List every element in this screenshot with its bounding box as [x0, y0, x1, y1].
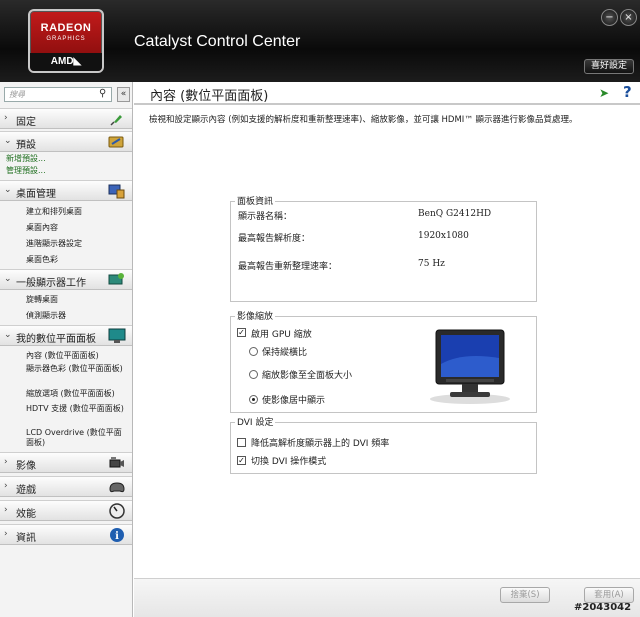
- category-presets[interactable]: ⌄ 預設: [0, 131, 132, 152]
- video-camera-icon: [108, 455, 126, 471]
- maintain-aspect-ratio-radio[interactable]: [249, 347, 258, 356]
- discard-button[interactable]: 捨棄(S): [500, 587, 550, 603]
- preferences-button[interactable]: 喜好設定: [584, 59, 634, 74]
- max-resolution-label: 最高報告解析度：: [238, 234, 311, 244]
- maintain-aspect-ratio-label[interactable]: 保持縱橫比: [262, 345, 307, 358]
- desktop-management-icon: [108, 183, 126, 199]
- minimize-button[interactable]: −: [601, 9, 618, 26]
- sidebar-item-create-arrange-desktops[interactable]: 建立和排列桌面: [26, 207, 128, 217]
- sidebar-item-desktop-properties[interactable]: 桌面內容: [26, 223, 128, 233]
- category-performance[interactable]: › 效能: [0, 500, 132, 521]
- dvi-settings-title: DVI 設定: [235, 415, 276, 428]
- scale-full-panel-label[interactable]: 縮放影像至全面板大小: [262, 368, 352, 381]
- chevron-right-icon: ›: [4, 481, 8, 491]
- chevron-right-icon: ›: [4, 113, 8, 123]
- page-title: 內容 (數位平面面板): [150, 89, 269, 104]
- monitor-name-value: BenQ G2412HD: [418, 209, 492, 219]
- chevron-down-icon: ⌄: [4, 185, 12, 195]
- center-image-label[interactable]: 使影像居中顯示: [262, 393, 325, 406]
- gpu-scaling-label[interactable]: 啟用 GPU 縮放: [251, 327, 312, 340]
- gauge-icon: [108, 503, 126, 519]
- panel-info-title: 面板資訊: [235, 194, 276, 207]
- image-scaling-title: 影像縮放: [235, 309, 276, 322]
- footer-bar: 捨棄(S) 套用(A): [134, 578, 640, 617]
- sidebar-item-panel-properties[interactable]: 內容 (數位平面面板): [26, 351, 128, 361]
- title-divider: [134, 103, 640, 105]
- chevron-down-icon: ⌄: [4, 330, 12, 340]
- category-information[interactable]: › 資訊 i: [0, 524, 132, 545]
- radeon-logo: RADEON GRAPHICS AMD◣: [28, 9, 104, 73]
- sidebar-item-scaling-options[interactable]: 縮放選項 (數位平面面板): [26, 389, 128, 399]
- gpu-scaling-checkbox[interactable]: ✓: [237, 328, 246, 337]
- sidebar-item-detect-displays[interactable]: 偵測顯示器: [26, 311, 128, 321]
- pin-icon: [108, 111, 126, 127]
- help-icon[interactable]: ?: [623, 83, 632, 101]
- app-title: Catalyst Control Center: [134, 33, 301, 50]
- scale-full-panel-radio[interactable]: [249, 370, 258, 379]
- chevron-right-icon: ›: [4, 505, 8, 515]
- max-refresh-rate-label: 最高報告重新整理速率：: [238, 262, 338, 272]
- sidebar-item-desktop-color[interactable]: 桌面色彩: [26, 255, 128, 265]
- category-pinned[interactable]: › 固定: [0, 108, 132, 129]
- app-header: RADEON GRAPHICS AMD◣ Catalyst Control Ce…: [0, 0, 640, 82]
- chevron-down-icon: ⌄: [4, 136, 12, 146]
- center-image-radio[interactable]: [249, 395, 258, 404]
- chevron-right-icon: ›: [4, 457, 8, 467]
- flat-panel-icon: [108, 328, 126, 344]
- collapse-sidebar-button[interactable]: «: [117, 87, 130, 102]
- info-icon: i: [108, 527, 126, 543]
- watermark: #2043042: [574, 602, 632, 613]
- alternate-dvi-mode-checkbox[interactable]: ✓: [237, 456, 246, 465]
- sidebar-item-rotate-desktop[interactable]: 旋轉桌面: [26, 295, 128, 305]
- link-manage-presets[interactable]: 管理預設...: [6, 166, 108, 176]
- close-button[interactable]: ×: [620, 9, 637, 26]
- monitor-name-label: 顯示器名稱：: [238, 212, 293, 222]
- monitor-illustration: [422, 326, 518, 406]
- category-video[interactable]: › 影像: [0, 452, 132, 473]
- search-input[interactable]: 搜尋: [4, 87, 112, 102]
- alternate-dvi-mode-label[interactable]: 切換 DVI 操作模式: [251, 454, 326, 467]
- category-gaming[interactable]: › 遊戲: [0, 476, 132, 497]
- sidebar-item-panel-color[interactable]: 顯示器色彩 (數位平面面板): [26, 364, 128, 374]
- max-resolution-value: 1920x1080: [418, 231, 469, 241]
- sidebar-item-lcd-overdrive[interactable]: LCD Overdrive (數位平面面板): [26, 428, 128, 448]
- display-tasks-icon: [108, 272, 126, 288]
- link-new-preset[interactable]: 新增預設...: [6, 154, 108, 164]
- main-panel: 內容 (數位平面面板) ➤ ? 檢視和設定顯示內容 (例如支援的解析度和重新整理…: [134, 82, 640, 617]
- search-icon[interactable]: ⚲: [99, 88, 106, 99]
- category-my-digital-flat-panels[interactable]: ⌄ 我的數位平面面板: [0, 325, 132, 346]
- sidebar: 搜尋 ⚲ « › 固定 ⌄ 預設 新增預設... 管理預設... ⌄ 桌面管理 …: [0, 82, 133, 617]
- chevron-down-icon: ⌄: [4, 274, 12, 284]
- pin-icon[interactable]: ➤: [599, 86, 609, 100]
- presets-icon: [108, 134, 126, 150]
- search-row: 搜尋 ⚲ «: [4, 87, 130, 102]
- sidebar-item-hdtv-support[interactable]: HDTV 支援 (數位平面面板): [26, 404, 128, 414]
- apply-button[interactable]: 套用(A): [584, 587, 634, 603]
- max-refresh-rate-value: 75 Hz: [418, 259, 445, 269]
- gamepad-icon: [108, 479, 126, 495]
- svg-text:i: i: [115, 531, 119, 542]
- reduce-dvi-frequency-label[interactable]: 降低高解析度顯示器上的 DVI 頻率: [251, 436, 389, 449]
- category-common-display-tasks[interactable]: ⌄ 一般顯示器工作: [0, 269, 132, 290]
- chevron-right-icon: ›: [4, 529, 8, 539]
- page-description: 檢視和設定顯示內容 (例如支援的解析度和重新整理速率)、縮放影像，並可讓 HDM…: [149, 115, 578, 125]
- category-desktop-management[interactable]: ⌄ 桌面管理: [0, 180, 132, 201]
- reduce-dvi-frequency-checkbox[interactable]: [237, 438, 246, 447]
- sidebar-item-advanced-display-settings[interactable]: 進階顯示器設定: [26, 239, 128, 249]
